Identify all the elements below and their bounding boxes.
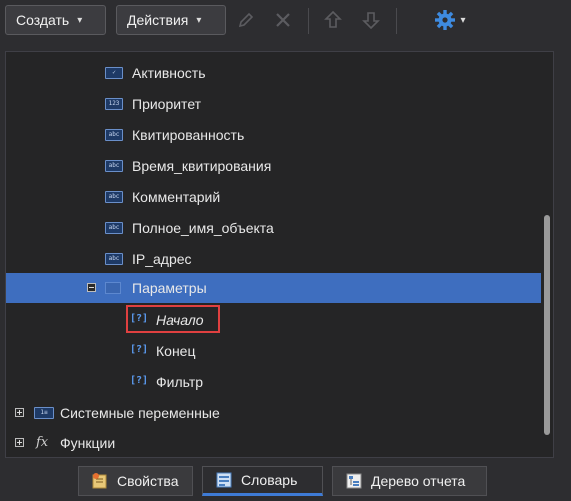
tree-item-parameters[interactable]: Параметры — [6, 273, 541, 303]
delete-icon[interactable] — [272, 9, 294, 31]
create-button-label: Создать — [16, 12, 70, 28]
tab-dictionary[interactable]: Словарь — [202, 466, 323, 496]
actions-button-label: Действия — [127, 12, 189, 28]
bottom-tabs: Свойства Словарь Дерево отчета — [0, 462, 571, 501]
parameter-icon: [?] — [130, 375, 149, 386]
tab-report-tree[interactable]: Дерево отчета — [332, 466, 487, 496]
dictionary-tree[interactable]: ✓ Активность 123 Приоритет abc Квитирова… — [5, 51, 554, 458]
tab-properties[interactable]: Свойства — [78, 466, 193, 496]
tree-item-label: Фильтр — [156, 373, 204, 390]
tree-item-label: Системные переменные — [60, 404, 220, 421]
settings-button[interactable]: ▾ — [430, 9, 470, 31]
actions-button[interactable]: Действия ▾ — [116, 5, 226, 35]
chevron-down-icon: ▾ — [460, 14, 466, 26]
system-variables-icon: 1≡ — [34, 406, 54, 419]
tree-item-parameter[interactable]: [?] Конец — [6, 336, 541, 365]
tree-item-label: Квитированность — [132, 126, 245, 143]
edit-icon[interactable] — [235, 9, 257, 31]
properties-icon — [92, 473, 107, 489]
string-field-icon: abc — [105, 128, 123, 141]
number-field-icon: 123 — [105, 97, 123, 110]
toolbar: Создать ▾ Действия ▾ ▾ — [0, 0, 571, 44]
tree-item-field[interactable]: 123 Приоритет — [6, 89, 541, 118]
tree-item-field[interactable]: abc Время_квитирования — [6, 151, 541, 180]
toolbar-divider — [396, 8, 397, 34]
tree-item-label: Функции — [60, 434, 116, 451]
tree-item-field[interactable]: abc Квитированность — [6, 120, 541, 149]
string-field-icon: abc — [105, 159, 123, 172]
tree-item-parameter[interactable]: [?] Начало — [6, 305, 541, 334]
highlight-box — [126, 305, 220, 333]
gear-icon — [435, 10, 456, 30]
tree-item-label: Полное_имя_объекта — [132, 219, 274, 236]
chevron-down-icon: ▾ — [77, 14, 83, 26]
tree-item-functions[interactable]: fx Функции — [6, 428, 541, 457]
tree-item-label: Параметры — [132, 280, 207, 296]
tab-label: Словарь — [241, 472, 298, 488]
tree-item-field[interactable]: ✓ Активность — [6, 58, 541, 87]
tab-label: Свойства — [117, 473, 179, 489]
tree-item-field[interactable]: abc IP_адрес — [6, 244, 541, 273]
dictionary-panel: Создать ▾ Действия ▾ ▾ ✓ Активность 123 … — [0, 0, 571, 501]
collapse-icon[interactable] — [87, 283, 96, 292]
tree-item-system-variables[interactable]: 1≡ Системные переменные — [6, 398, 541, 427]
parameter-icon: [?] — [130, 344, 149, 355]
vertical-scrollbar[interactable] — [542, 52, 553, 457]
parameters-folder-icon — [105, 282, 121, 294]
checkbox-field-icon: ✓ — [105, 66, 123, 79]
tree-item-label: Приоритет — [132, 95, 202, 112]
move-up-icon[interactable] — [322, 9, 344, 31]
tree-item-label: Время_квитирования — [132, 157, 272, 174]
tree-item-label: Комментарий — [132, 188, 221, 205]
string-field-icon: abc — [105, 221, 123, 234]
toolbar-divider — [308, 8, 309, 34]
tab-label: Дерево отчета — [371, 473, 466, 489]
tree-item-field[interactable]: abc Полное_имя_объекта — [6, 213, 541, 242]
create-button[interactable]: Создать ▾ — [5, 5, 106, 35]
scrollbar-thumb[interactable] — [544, 215, 550, 435]
tree-item-label: Активность — [132, 64, 206, 81]
tree-item-label: IP_адрес — [132, 250, 192, 267]
report-tree-icon — [346, 473, 362, 489]
expand-icon[interactable] — [15, 408, 24, 417]
tree-item-field[interactable]: abc Комментарий — [6, 182, 541, 211]
chevron-down-icon: ▾ — [196, 14, 202, 26]
dictionary-icon — [216, 472, 232, 488]
expand-icon[interactable] — [15, 438, 24, 447]
tree-item-parameter[interactable]: [?] Фильтр — [6, 367, 541, 396]
string-field-icon: abc — [105, 252, 123, 265]
tree-item-label: Конец — [156, 342, 196, 359]
function-icon: fx — [36, 435, 49, 450]
move-down-icon[interactable] — [360, 9, 382, 31]
string-field-icon: abc — [105, 190, 123, 203]
